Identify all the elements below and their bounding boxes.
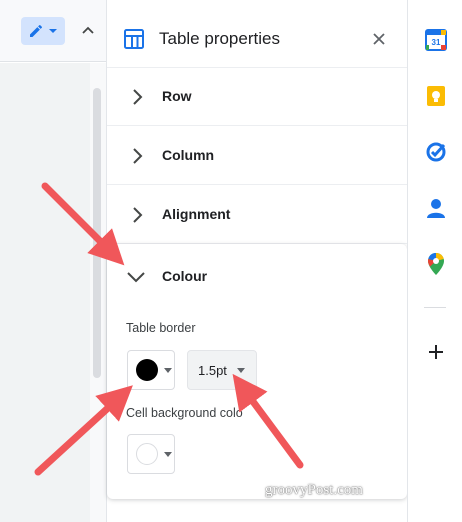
chevron-right-icon <box>133 148 143 164</box>
border-width-dropdown[interactable]: 1.5pt <box>187 350 257 390</box>
maps-button[interactable] <box>422 250 450 278</box>
border-colour-button[interactable] <box>127 350 175 390</box>
svg-text:31: 31 <box>432 38 441 47</box>
chevron-up-icon <box>82 26 94 34</box>
table-icon <box>124 29 144 49</box>
section-column-label: Column <box>162 147 215 163</box>
close-button[interactable] <box>368 28 390 50</box>
table-border-label: Table border <box>126 321 196 335</box>
pencil-icon <box>30 24 43 37</box>
caret-down-icon <box>164 451 172 457</box>
calendar-button[interactable]: 31 <box>422 26 450 54</box>
rail-divider <box>424 307 446 308</box>
chevron-down-icon <box>49 29 57 33</box>
panel-header: Table properties <box>107 0 407 68</box>
chevron-right-icon <box>133 89 143 105</box>
side-app-rail: 31 <box>407 0 462 522</box>
keep-icon <box>427 86 445 106</box>
panel-title: Table properties <box>159 29 280 48</box>
contacts-button[interactable] <box>422 194 450 222</box>
maps-icon <box>428 253 444 275</box>
document-canvas <box>0 63 106 522</box>
plus-icon <box>429 345 443 359</box>
collapse-toolbar-button[interactable] <box>74 17 102 45</box>
caret-down-icon <box>164 367 172 373</box>
tasks-button[interactable] <box>422 138 450 166</box>
contacts-icon <box>427 199 445 218</box>
keep-button[interactable] <box>422 82 450 110</box>
table-properties-panel: Table properties Row Column Alignment Co… <box>106 0 407 522</box>
border-width-value: 1.5pt <box>198 362 227 378</box>
cell-background-swatch <box>136 443 158 465</box>
section-row-label: Row <box>162 88 192 104</box>
editing-mode-button[interactable] <box>21 17 65 45</box>
section-colour-label[interactable]: Colour <box>162 268 207 284</box>
section-alignment-label: Alignment <box>162 206 231 222</box>
caret-down-icon <box>236 367 245 373</box>
calendar-icon: 31 <box>425 29 447 51</box>
chevron-right-icon <box>133 207 143 223</box>
cell-background-label: Cell background colo <box>126 406 243 420</box>
document-page <box>0 63 90 522</box>
watermark: groovyPost.com <box>265 482 363 498</box>
close-icon <box>373 33 385 45</box>
cell-background-colour-button[interactable] <box>127 434 175 474</box>
section-alignment[interactable]: Alignment <box>107 186 407 244</box>
section-column[interactable]: Column <box>107 127 407 185</box>
chevron-down-icon[interactable] <box>125 266 147 288</box>
tasks-icon <box>426 142 446 162</box>
get-add-ons-button[interactable] <box>422 338 450 366</box>
border-colour-swatch <box>136 359 158 381</box>
section-row[interactable]: Row <box>107 68 407 126</box>
section-colour: Colour Table border 1.5pt Cell backgroun… <box>107 244 407 499</box>
document-scrollbar[interactable] <box>93 88 101 378</box>
docs-toolbar <box>0 0 106 62</box>
